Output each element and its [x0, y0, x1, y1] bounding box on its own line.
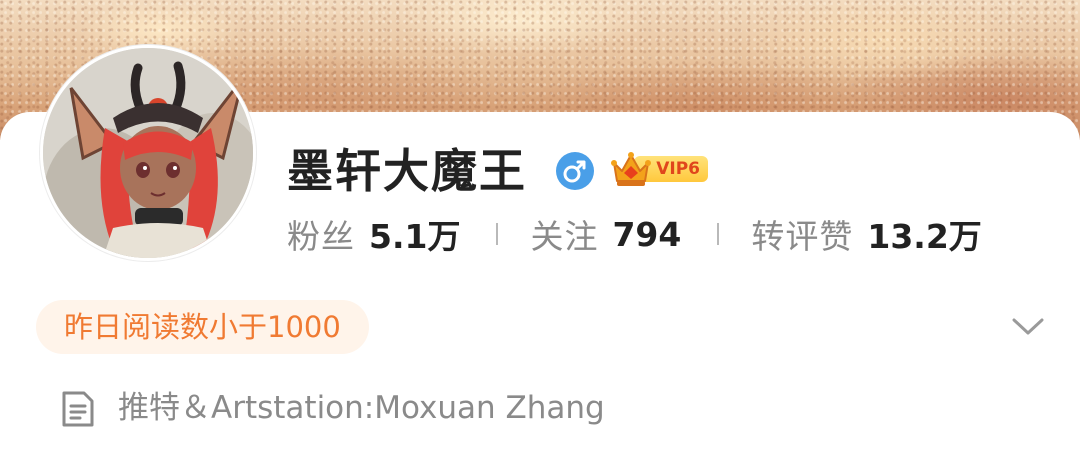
yesterday-reads-badge[interactable]: 昨日阅读数小于1000	[36, 300, 369, 354]
followers-label[interactable]: 粉丝	[287, 210, 355, 258]
interactions-count: 13.2万	[867, 217, 982, 256]
following-count[interactable]: 794	[612, 215, 681, 254]
interactions-label: 转评赞	[751, 217, 854, 256]
profile-stats: 粉丝 5.1万 关注 794 转评赞 13.2万	[287, 210, 982, 258]
document-icon	[62, 391, 94, 427]
crown-icon	[611, 152, 651, 186]
chevron-down-icon[interactable]	[1008, 311, 1048, 341]
followers-count[interactable]: 5.1万	[369, 210, 460, 258]
profile-bio: 推特＆Artstation:Moxuan Zhang	[118, 390, 605, 426]
male-icon	[556, 152, 594, 190]
following-label[interactable]: 关注	[530, 210, 598, 258]
vip-badge[interactable]: VIP6	[610, 149, 710, 189]
stat-divider	[717, 223, 720, 245]
avatar[interactable]	[40, 45, 256, 261]
avatar-illustration	[43, 48, 253, 258]
stat-divider	[496, 223, 499, 245]
username: 墨轩大魔王	[287, 144, 527, 198]
